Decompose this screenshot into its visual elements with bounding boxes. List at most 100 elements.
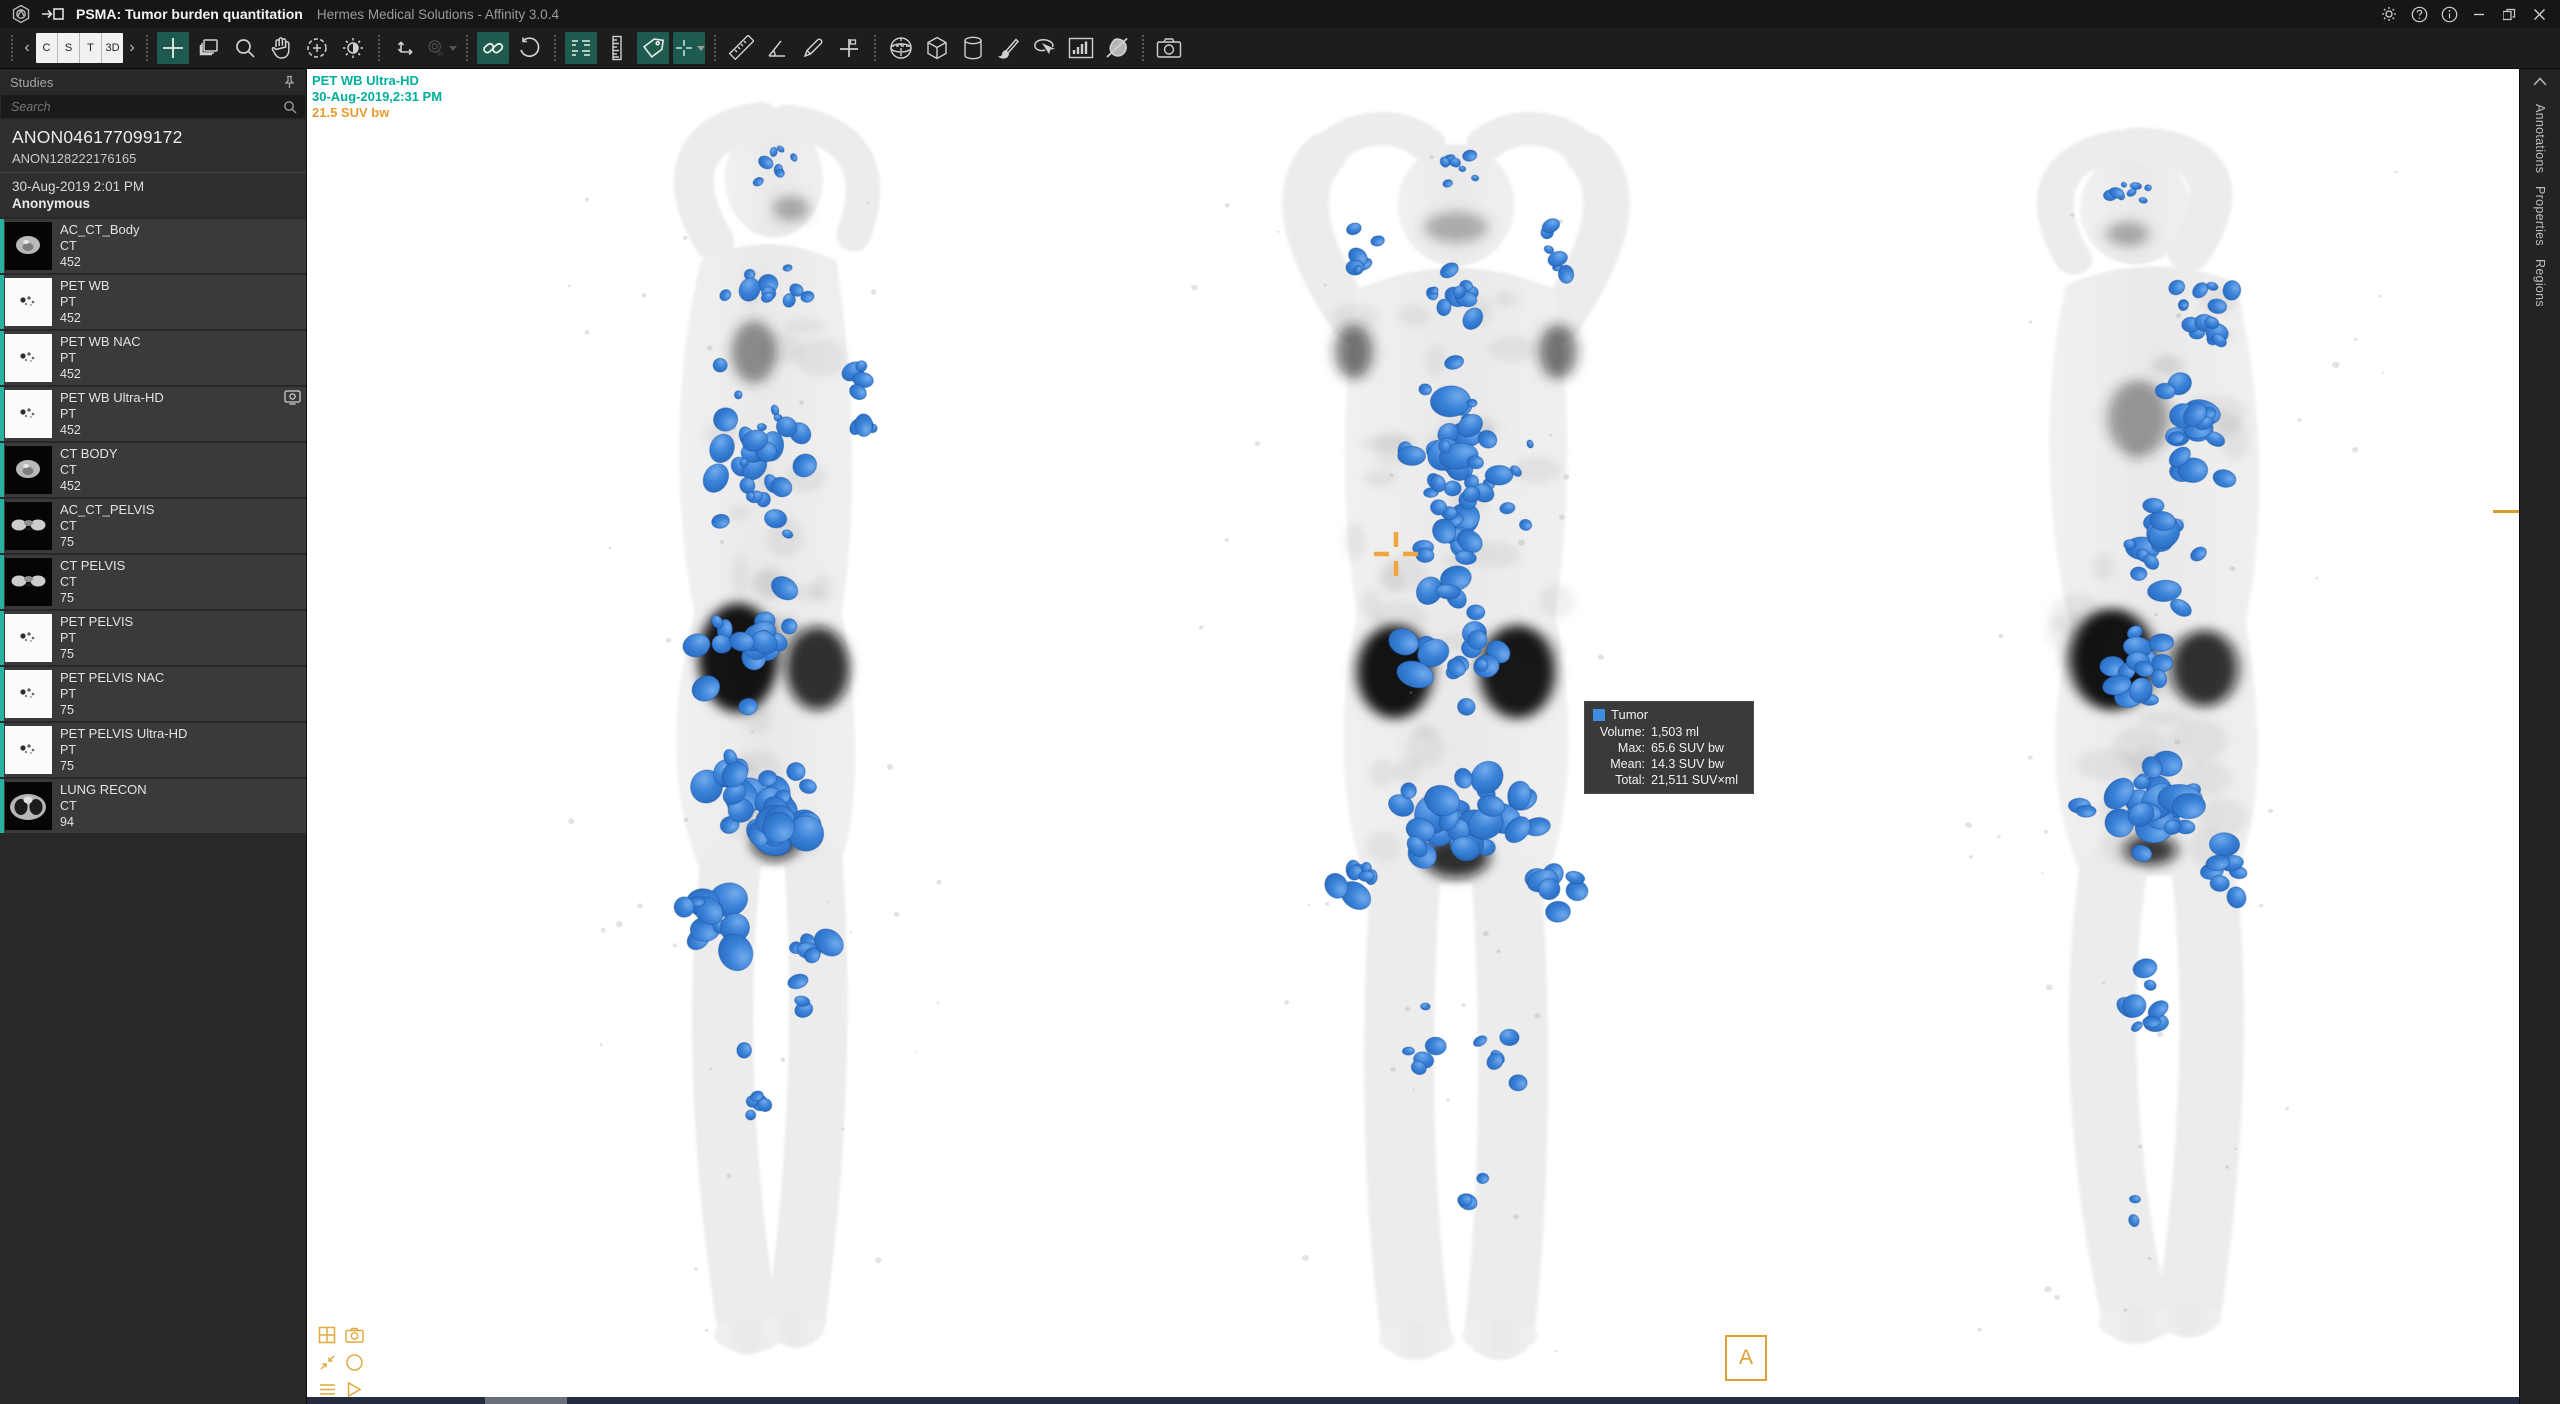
layout-preset-coronal[interactable]: C bbox=[36, 33, 58, 63]
main-toolbar: ‹ C S T 3D › bbox=[0, 28, 2560, 69]
series-modality: CT bbox=[60, 798, 147, 814]
layout-next-chevron-icon[interactable]: › bbox=[125, 39, 139, 57]
series-thumbnail bbox=[5, 278, 52, 326]
link-views-tool-button[interactable] bbox=[477, 32, 509, 64]
tab-annotations[interactable]: Annotations bbox=[2533, 104, 2547, 173]
layout-preset-sagittal[interactable]: S bbox=[58, 33, 80, 63]
cylinder-roi-tool-button[interactable] bbox=[957, 32, 989, 64]
lasso-tool-button[interactable] bbox=[1029, 32, 1061, 64]
series-accent-bar bbox=[0, 667, 4, 721]
snapshot-icon[interactable] bbox=[342, 1323, 366, 1347]
search-input[interactable] bbox=[9, 99, 283, 115]
series-item[interactable]: AC_CT_PELVIS CT 75 bbox=[0, 499, 306, 553]
series-accent-bar bbox=[0, 611, 4, 665]
series-modality: PT bbox=[60, 406, 164, 422]
series-item[interactable]: CT BODY CT 452 bbox=[0, 443, 306, 497]
series-item[interactable]: LUNG RECON CT 94 bbox=[0, 779, 306, 833]
series-item[interactable]: PET WB PT 452 bbox=[0, 275, 306, 329]
measure-angle-tool-button[interactable] bbox=[761, 32, 793, 64]
series-thumbnail bbox=[5, 726, 52, 774]
layout-preset-transverse[interactable]: T bbox=[80, 33, 102, 63]
patient-name: Anonymous bbox=[12, 196, 294, 211]
point-marker-tool-button[interactable] bbox=[833, 32, 865, 64]
series-name: AC_CT_Body bbox=[60, 222, 139, 238]
circle-roi-icon[interactable] bbox=[342, 1350, 366, 1374]
pin-icon[interactable] bbox=[283, 75, 296, 89]
slice-position-indicator bbox=[2493, 510, 2519, 513]
series-modality: PT bbox=[60, 630, 133, 646]
info-icon[interactable] bbox=[2434, 2, 2464, 26]
mip-viewport[interactable]: PET WB Ultra-HD 30-Aug-2019,2:31 PM 21.5… bbox=[307, 69, 2519, 1404]
grid-layout-icon[interactable] bbox=[315, 1323, 339, 1347]
search-icon bbox=[283, 100, 297, 114]
series-thumbnail bbox=[5, 334, 52, 382]
series-item[interactable]: PET PELVIS Ultra-HD PT 75 bbox=[0, 723, 306, 777]
patient-id: ANON046177099172 bbox=[12, 127, 294, 148]
scale-dropdown-caret-icon[interactable] bbox=[449, 46, 457, 51]
pan-tool-button[interactable] bbox=[265, 32, 297, 64]
tooltip-volume-label: Volume: bbox=[1593, 725, 1645, 739]
ruler-tool-button[interactable] bbox=[601, 32, 633, 64]
tag-tool-button[interactable] bbox=[637, 32, 669, 64]
series-image-count: 452 bbox=[60, 366, 141, 382]
tumor-color-swatch bbox=[1593, 709, 1605, 721]
help-icon[interactable] bbox=[2404, 2, 2434, 26]
crosshair-tool-button[interactable] bbox=[157, 32, 189, 64]
series-item[interactable]: PET PELVIS NAC PT 75 bbox=[0, 667, 306, 721]
reset-tool-button[interactable] bbox=[513, 32, 545, 64]
settings-gear-icon[interactable] bbox=[2374, 2, 2404, 26]
tab-regions[interactable]: Regions bbox=[2533, 259, 2547, 307]
series-image-count: 75 bbox=[60, 702, 164, 718]
series-item[interactable]: CT PELVIS CT 75 bbox=[0, 555, 306, 609]
histogram-tool-button[interactable] bbox=[1065, 32, 1097, 64]
toolbar-drag-handle[interactable] bbox=[11, 35, 13, 61]
application-window: PSMA: Tumor burden quantitation Hermes M… bbox=[0, 0, 2560, 1404]
series-accent-bar bbox=[0, 443, 4, 497]
rotate-tool-button[interactable] bbox=[301, 32, 333, 64]
layout-preset-3d[interactable]: 3D bbox=[102, 33, 123, 63]
window-level-tool-button[interactable] bbox=[337, 32, 369, 64]
send-to-screen-icon[interactable] bbox=[40, 4, 66, 24]
marker-dropdown-caret-icon[interactable] bbox=[697, 46, 705, 51]
brush-tool-button[interactable] bbox=[993, 32, 1025, 64]
series-item[interactable]: PET WB NAC PT 452 bbox=[0, 331, 306, 385]
stack-tool-button[interactable] bbox=[193, 32, 225, 64]
close-button[interactable] bbox=[2524, 2, 2554, 26]
patient-entry[interactable]: ANON046177099172 ANON128222176165 bbox=[0, 120, 306, 172]
threshold-blob-tool-button[interactable] bbox=[1101, 32, 1133, 64]
series-thumbnail bbox=[5, 446, 52, 494]
series-item[interactable]: AC_CT_Body CT 452 bbox=[0, 219, 306, 273]
draw-tool-button[interactable] bbox=[797, 32, 829, 64]
scale-50-tool-button[interactable]: 50 bbox=[425, 32, 457, 64]
series-name: PET PELVIS bbox=[60, 614, 133, 630]
layout-prev-chevron-icon[interactable]: ‹ bbox=[20, 39, 34, 57]
series-modality: CT bbox=[60, 574, 125, 590]
tooltip-max-label: Max: bbox=[1593, 741, 1645, 755]
restore-button[interactable] bbox=[2494, 2, 2524, 26]
series-image-count: 452 bbox=[60, 254, 139, 270]
series-accent-bar bbox=[0, 723, 4, 777]
sphere-roi-tool-button[interactable] bbox=[885, 32, 917, 64]
horizontal-scrollbar-thumb[interactable] bbox=[485, 1397, 567, 1404]
measure-length-tool-button[interactable] bbox=[725, 32, 757, 64]
move-views-tool-button[interactable] bbox=[389, 32, 421, 64]
minimize-button[interactable] bbox=[2464, 2, 2494, 26]
study-entry[interactable]: 30-Aug-2019 2:01 PM Anonymous bbox=[0, 172, 306, 217]
tab-properties[interactable]: Properties bbox=[2533, 186, 2547, 246]
series-name: CT BODY bbox=[60, 446, 118, 462]
series-thumbnail bbox=[5, 782, 52, 830]
zoom-tool-button[interactable] bbox=[229, 32, 261, 64]
tooltip-total-value: 21,511 SUV×ml bbox=[1651, 773, 1745, 787]
collapse-panel-chevron-icon[interactable] bbox=[2520, 71, 2560, 91]
cube-roi-tool-button[interactable] bbox=[921, 32, 953, 64]
window-title: PSMA: Tumor burden quantitation bbox=[76, 6, 303, 22]
horizontal-scrollbar[interactable] bbox=[307, 1397, 2519, 1404]
series-item[interactable]: PET PELVIS PT 75 bbox=[0, 611, 306, 665]
series-image-count: 75 bbox=[60, 534, 154, 550]
text-annotations-tool-button[interactable] bbox=[565, 32, 597, 64]
series-item[interactable]: PET WB Ultra-HD PT 452 bbox=[0, 387, 306, 441]
crosshair-cursor[interactable] bbox=[1369, 527, 1423, 581]
camera-capture-tool-button[interactable] bbox=[1153, 32, 1185, 64]
crosshair-marker-tool-button[interactable] bbox=[673, 32, 705, 64]
resize-view-icon[interactable] bbox=[315, 1350, 339, 1374]
